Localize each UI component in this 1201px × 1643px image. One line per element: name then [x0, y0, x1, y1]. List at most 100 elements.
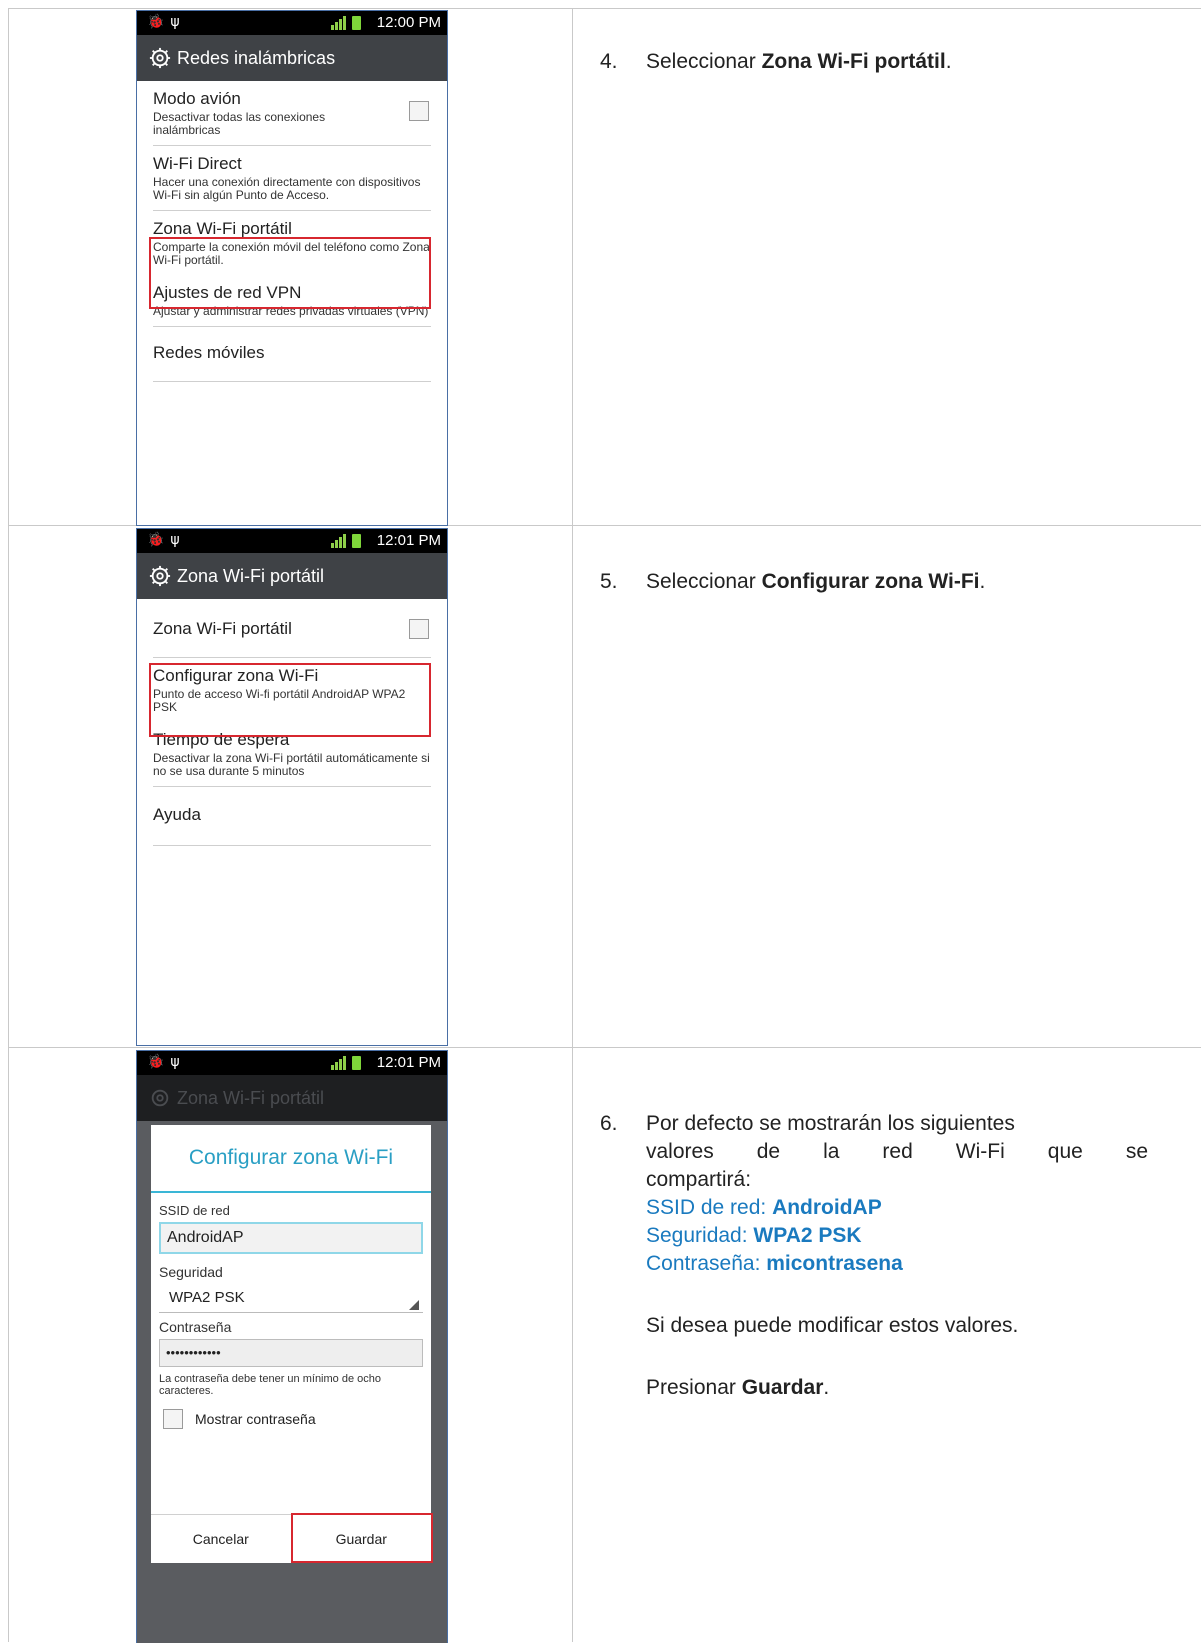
password-value: ••••••••••••: [166, 1345, 221, 1360]
setting-subtitle: Hacer una conexión directamente con disp…: [153, 175, 421, 202]
table-border-top: [8, 8, 1201, 9]
setting-title: Zona Wi-Fi portátil: [153, 619, 292, 638]
ssid-value: AndroidAP: [167, 1229, 244, 1246]
info-label: Contraseña:: [646, 1252, 767, 1275]
status-icons-left: 🐞ψ: [147, 14, 186, 30]
security-value: WPA2 PSK: [169, 1289, 245, 1306]
security-info: Seguridad: WPA2 PSK: [600, 1222, 1148, 1250]
highlight-box: [291, 1513, 433, 1563]
note-text-end: .: [823, 1376, 830, 1399]
password-info: Contraseña: micontrasena: [600, 1250, 1148, 1278]
show-password-checkbox[interactable]: [163, 1409, 183, 1429]
signal-icon: [331, 16, 346, 30]
note-text: Presionar: [646, 1376, 742, 1399]
step-number: 4.: [600, 50, 618, 73]
battery-icon: [352, 1056, 361, 1070]
word: se: [1125, 1140, 1148, 1163]
gear-icon: [149, 565, 171, 587]
phone-screenshot-hotspot: 🐞ψ 12:01 PM Zona Wi-Fi portátil Zona Wi-…: [136, 528, 448, 1046]
step-text-end: .: [979, 570, 986, 593]
password-hint: La contraseña debe tener un mínimo de oc…: [159, 1373, 381, 1397]
battery-icon: [352, 534, 361, 548]
gear-icon: [149, 47, 171, 69]
dropdown-corner-icon: [409, 1300, 419, 1310]
screen-title-bar: Zona Wi-Fi portátil: [137, 1075, 447, 1121]
signal-icon: [331, 1056, 346, 1070]
status-time: 12:00 PM: [376, 14, 441, 31]
highlight-box: [149, 663, 431, 737]
screen-title-bar: Zona Wi-Fi portátil: [137, 553, 447, 599]
setting-title: Modo avión: [153, 89, 241, 108]
setting-airplane-mode[interactable]: Modo avión Desactivar todas las conexion…: [153, 81, 431, 146]
word: de: [756, 1140, 781, 1163]
status-bar: 🐞ψ 12:01 PM: [137, 529, 447, 553]
status-time: 12:01 PM: [376, 1054, 441, 1071]
ssid-field[interactable]: AndroidAP: [159, 1222, 423, 1254]
word: Wi-Fi: [955, 1140, 1005, 1163]
setting-help[interactable]: Ayuda: [153, 787, 431, 846]
gear-icon: [151, 1089, 169, 1107]
info-value: AndroidAP: [772, 1196, 882, 1219]
info-value: micontrasena: [766, 1252, 903, 1275]
word: red: [882, 1140, 913, 1163]
airplane-mode-checkbox[interactable]: [409, 101, 429, 121]
step-6-line3: compartirá:: [646, 1168, 752, 1191]
security-label: Seguridad: [159, 1264, 223, 1280]
screen-title: Redes inalámbricas: [177, 47, 336, 68]
table-border-left: [8, 8, 9, 1642]
info-value: WPA2 PSK: [753, 1224, 862, 1247]
show-password-row[interactable]: Mostrar contraseña: [159, 1409, 423, 1429]
setting-title: Redes móviles: [153, 343, 265, 362]
screen-title-bar: Redes inalámbricas: [137, 35, 447, 81]
step-emphasis: Configurar zona Wi-Fi: [761, 570, 980, 593]
table-column-divider: [572, 8, 573, 1642]
step-6-line1: 6. Por defecto se mostrarán los siguiente…: [600, 1110, 1148, 1138]
configure-dialog: Configurar zona Wi-Fi SSID de red Androi…: [151, 1125, 433, 1563]
note-emphasis: Guardar: [741, 1376, 824, 1399]
show-password-label: Mostrar contraseña: [195, 1411, 316, 1427]
setting-mobile-networks[interactable]: Redes móviles: [153, 327, 431, 382]
password-label: Contraseña: [159, 1319, 232, 1335]
info-label: SSID de red:: [646, 1196, 773, 1219]
status-icons-left: 🐞ψ: [147, 1054, 186, 1070]
status-icons-left: 🐞ψ: [147, 532, 186, 548]
step-5-instruction: 5. Seleccionar Configurar zona Wi-Fi.: [600, 568, 985, 596]
setting-title: Wi-Fi Direct: [153, 154, 242, 173]
security-select[interactable]: WPA2 PSK: [159, 1284, 423, 1313]
settings-list: Modo avión Desactivar todas las conexion…: [137, 81, 447, 382]
step-text: Seleccionar: [646, 50, 762, 73]
phone-screenshot-wireless-networks: 🐞ψ 12:00 PM Redes inalámbricas Modo avió…: [136, 10, 448, 526]
info-label: Seguridad:: [646, 1224, 754, 1247]
setting-wifi-direct[interactable]: Wi-Fi Direct Hacer una conexión directam…: [153, 146, 431, 211]
setting-title: Zona Wi-Fi portátil: [153, 219, 292, 238]
modify-note: Si desea puede modificar estos valores.: [646, 1314, 1019, 1337]
password-field[interactable]: ••••••••••••: [159, 1339, 423, 1367]
step-4-instruction: 4. Seleccionar Zona Wi-Fi portátil.: [600, 48, 952, 76]
battery-icon: [352, 16, 361, 30]
status-time: 12:01 PM: [376, 532, 441, 549]
step-emphasis: Zona Wi-Fi portátil: [761, 50, 946, 73]
ssid-label: SSID de red: [159, 1203, 230, 1218]
step-number: 5.: [600, 570, 618, 593]
phone-screenshot-configure-dialog: 🐞ψ 12:01 PM Zona Wi-Fi portátil Configur…: [136, 1050, 448, 1643]
status-bar: 🐞ψ 12:00 PM: [137, 11, 447, 35]
hotspot-checkbox[interactable]: [409, 619, 429, 639]
step-6-instruction: 6. Por defecto se mostrarán los siguiente…: [600, 1110, 1148, 1402]
word: la: [823, 1140, 840, 1163]
screen-title: Zona Wi-Fi portátil: [177, 1087, 325, 1108]
setting-subtitle: Desactivar la zona Wi-Fi portátil automá…: [153, 751, 430, 778]
setting-subtitle: Desactivar todas las conexiones inalámbr…: [153, 110, 326, 137]
table-row-divider: [8, 1047, 1201, 1048]
setting-portable-hotspot-toggle[interactable]: Zona Wi-Fi portátil: [153, 599, 431, 658]
cancel-button[interactable]: Cancelar: [151, 1515, 292, 1563]
word: valores: [646, 1140, 714, 1163]
status-bar: 🐞ψ 12:01 PM: [137, 1051, 447, 1075]
step-text: Por defecto se mostrarán los siguientes: [646, 1112, 1015, 1135]
step-number: 6.: [600, 1112, 618, 1135]
ssid-info: SSID de red: AndroidAP: [600, 1194, 1148, 1222]
signal-icon: [331, 534, 346, 548]
step-6-line2: valores de la red Wi-Fi que se: [600, 1138, 1148, 1166]
highlight-box: [149, 237, 431, 309]
screen-title: Zona Wi-Fi portátil: [177, 565, 325, 586]
step-text-end: .: [945, 50, 952, 73]
